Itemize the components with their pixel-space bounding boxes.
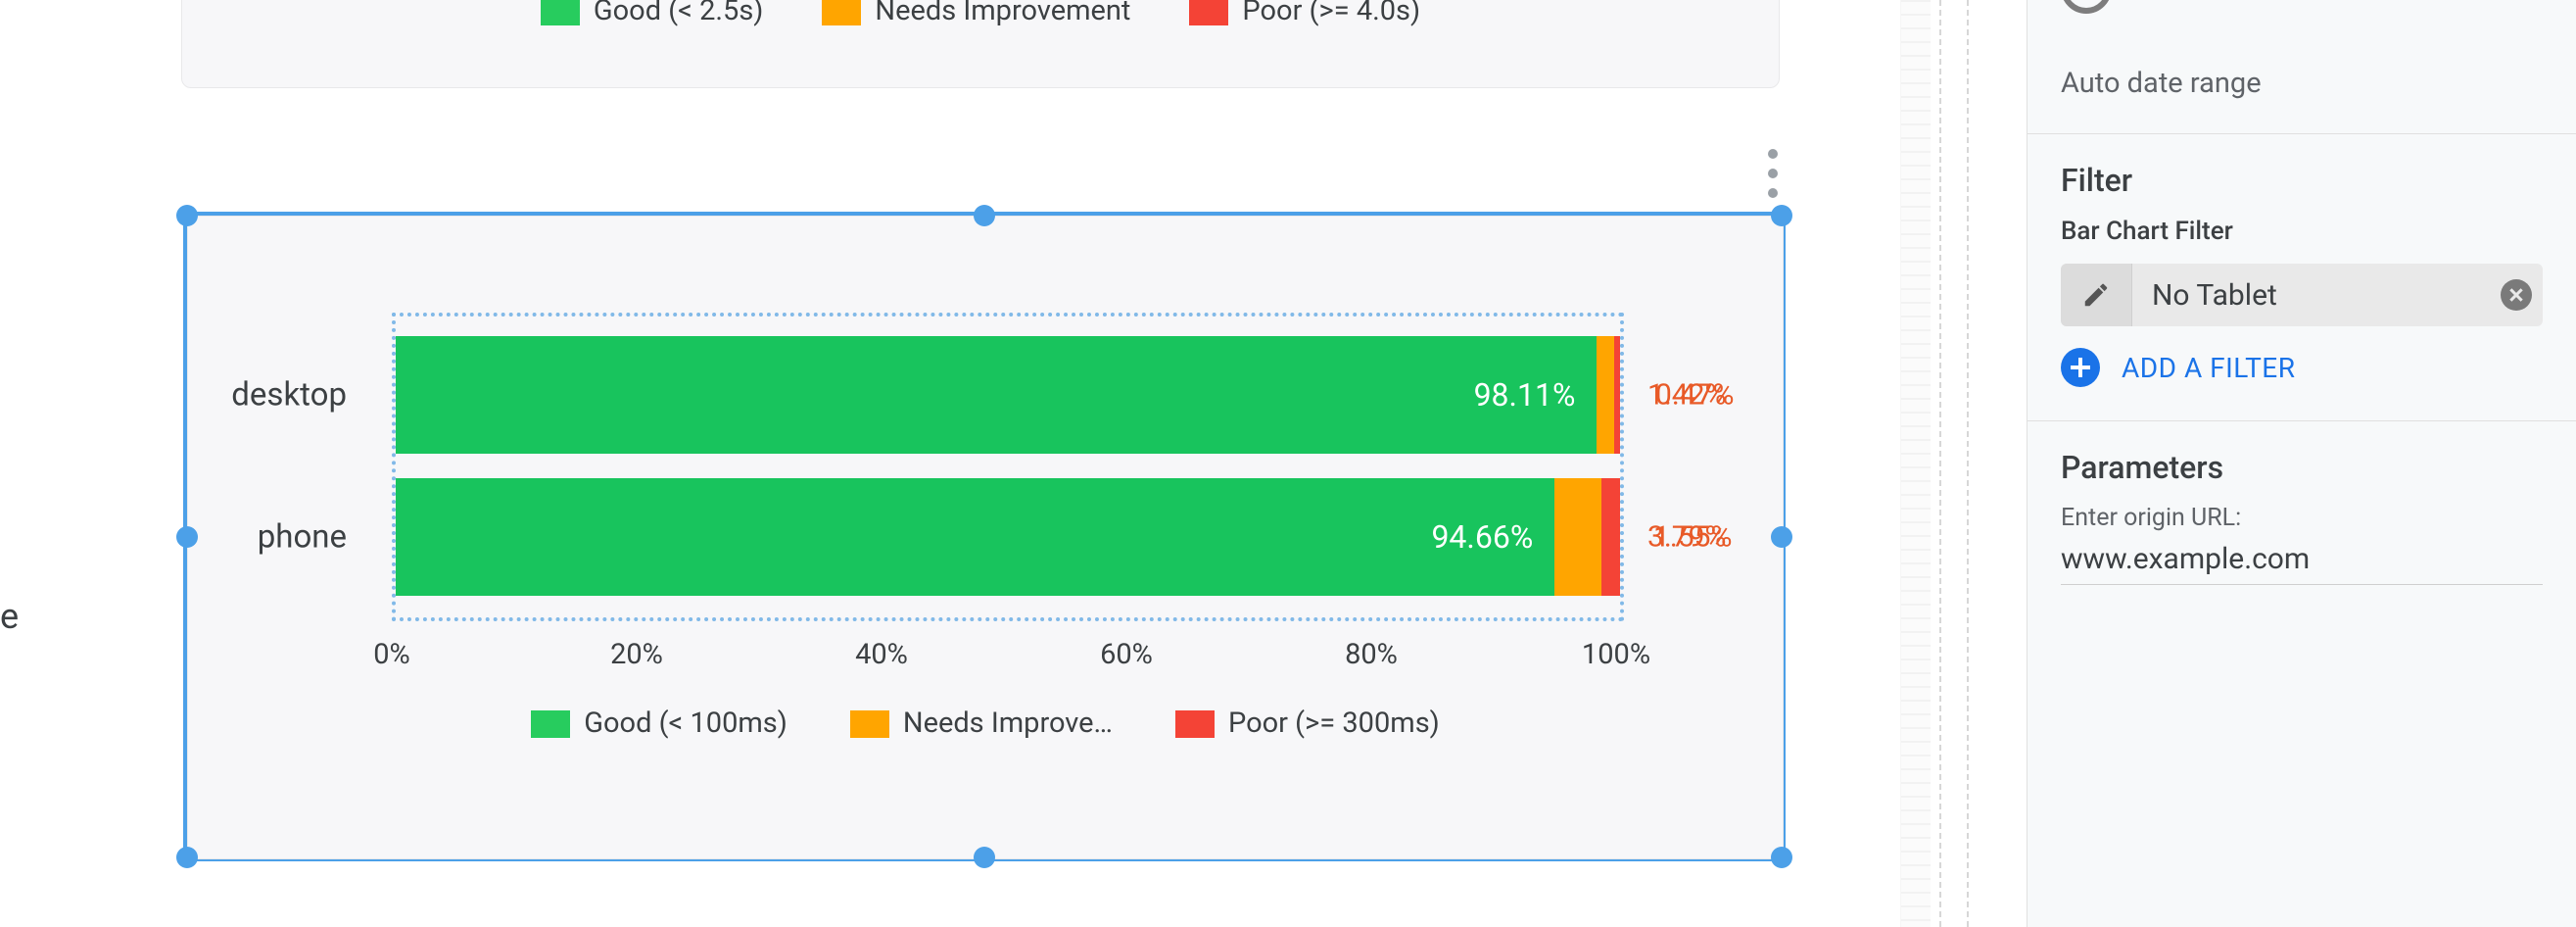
x-tick: 100% (1582, 638, 1650, 671)
bar-segment-good[interactable]: 98.11% (396, 336, 1597, 454)
resize-handle-br[interactable] (1771, 847, 1792, 868)
radio-label: Custom (2135, 0, 2244, 7)
x-tick: 40% (855, 638, 908, 671)
legend-label: Needs Improvement (875, 0, 1130, 27)
bar-stack: 94.66% (396, 478, 1620, 596)
properties-panel: Custom Auto date range Filter Bar Chart … (2027, 0, 2576, 927)
bar-segment-poor[interactable] (1614, 336, 1620, 454)
remove-filter-button[interactable] (2490, 279, 2543, 311)
category-label: desktop (231, 376, 347, 415)
add-filter-button[interactable]: ADD A FILTER (2061, 348, 2543, 387)
resize-handle-tr[interactable] (1771, 205, 1792, 226)
chart-card: desktop 98.11% 1.42% 0.47% (187, 216, 1784, 859)
page-root: e Good (< 2.5s) Needs Improvement Poor (… (0, 0, 2576, 927)
cropped-text-left: e (0, 596, 19, 637)
swatch-orange-icon (850, 710, 889, 738)
bar-stack: 98.11% (396, 336, 1620, 454)
filter-heading: Filter (2061, 162, 2543, 199)
swatch-orange-icon (822, 0, 861, 25)
x-tick: 80% (1345, 638, 1398, 671)
legend-item-poor: Poor (>= 4.0s) (1189, 0, 1420, 27)
legend-item-needs[interactable]: Needs Improve… (850, 707, 1113, 740)
upper-chart-legend: Good (< 2.5s) Needs Improvement Poor (>=… (182, 0, 1779, 30)
legend-label: Poor (>= 300ms) (1228, 707, 1440, 740)
resize-handle-mr[interactable] (1771, 526, 1792, 548)
legend-label: Good (< 100ms) (584, 707, 787, 740)
chart-overflow-menu-icon[interactable] (1753, 149, 1792, 198)
legend-label: Needs Improve… (903, 707, 1113, 740)
parameters-section: Parameters Enter origin URL: www.example… (2027, 420, 2576, 618)
x-tick: 0% (373, 638, 410, 671)
bar-segment-poor[interactable] (1601, 478, 1620, 596)
swatch-green-icon (541, 0, 580, 25)
chart-legend: Good (< 100ms) Needs Improve… Poor (>= 3… (188, 707, 1783, 740)
resize-handle-ml[interactable] (176, 526, 198, 548)
bar-row-desktop[interactable]: desktop 98.11% 1.42% 0.47% (396, 336, 1620, 454)
parameters-heading: Parameters (2061, 449, 2543, 486)
origin-url-input[interactable]: www.example.com (2061, 542, 2543, 585)
resize-handle-bl[interactable] (176, 847, 198, 868)
canvas-ruler-margin (1900, 0, 1931, 927)
bar-row-phone[interactable]: phone 94.66% 3.79% 1.55% (396, 478, 1620, 596)
date-range-section: Custom Auto date range (2027, 0, 2576, 133)
swatch-green-icon (531, 710, 570, 738)
category-label: phone (258, 518, 347, 557)
bar-segment-needs[interactable] (1554, 478, 1600, 596)
canvas-page-edge (1939, 0, 1969, 927)
edit-filter-icon[interactable] (2061, 264, 2132, 326)
resize-handle-tl[interactable] (176, 205, 198, 226)
bar-value-good: 94.66% (1431, 518, 1533, 556)
swatch-red-icon (1189, 0, 1228, 25)
filter-chip-no-tablet[interactable]: No Tablet (2061, 264, 2543, 326)
bar-value-good: 98.11% (1474, 376, 1576, 414)
date-range-custom-option[interactable]: Custom (2061, 0, 2543, 14)
filter-section: Filter Bar Chart Filter No Tablet ADD A … (2027, 133, 2576, 420)
auto-date-range-label[interactable]: Auto date range (2061, 67, 2543, 100)
resize-handle-bm[interactable] (974, 847, 995, 868)
bar-value-poor: 1.55% (1653, 520, 1732, 555)
bar-value-overflow: 3.79% 1.55% (1647, 520, 1726, 555)
legend-item-needs: Needs Improvement (822, 0, 1130, 27)
legend-item-poor[interactable]: Poor (>= 300ms) (1175, 707, 1440, 740)
x-tick: 20% (610, 638, 663, 671)
add-filter-label: ADD A FILTER (2122, 352, 2295, 384)
swatch-red-icon (1175, 710, 1215, 738)
legend-item-good[interactable]: Good (< 100ms) (531, 707, 787, 740)
chart-plot-area[interactable]: desktop 98.11% 1.42% 0.47% (392, 313, 1624, 621)
x-tick: 60% (1100, 638, 1153, 671)
upper-chart-card[interactable]: Good (< 2.5s) Needs Improvement Poor (>=… (181, 0, 1780, 88)
bar-segment-good[interactable]: 94.66% (396, 478, 1554, 596)
bar-value-poor: 0.47% (1655, 378, 1734, 413)
resize-handle-tm[interactable] (974, 205, 995, 226)
legend-item-good: Good (< 2.5s) (541, 0, 764, 27)
bar-segment-needs[interactable] (1597, 336, 1614, 454)
selected-chart[interactable]: desktop 98.11% 1.42% 0.47% (183, 212, 1786, 861)
radio-unchecked-icon (2061, 0, 2112, 14)
report-canvas[interactable]: e Good (< 2.5s) Needs Improvement Poor (… (0, 0, 1930, 927)
plus-circle-icon (2061, 348, 2100, 387)
legend-label: Good (< 2.5s) (594, 0, 764, 27)
x-axis: 0% 20% 40% 60% 80% 100% (392, 638, 1616, 673)
filter-chip-label: No Tablet (2132, 278, 2490, 313)
close-icon (2501, 279, 2532, 311)
bar-value-overflow: 1.42% 0.47% (1647, 378, 1726, 413)
bar-chart-filter-heading: Bar Chart Filter (2061, 217, 2543, 246)
origin-url-label: Enter origin URL: (2061, 504, 2543, 532)
legend-label: Poor (>= 4.0s) (1242, 0, 1420, 27)
